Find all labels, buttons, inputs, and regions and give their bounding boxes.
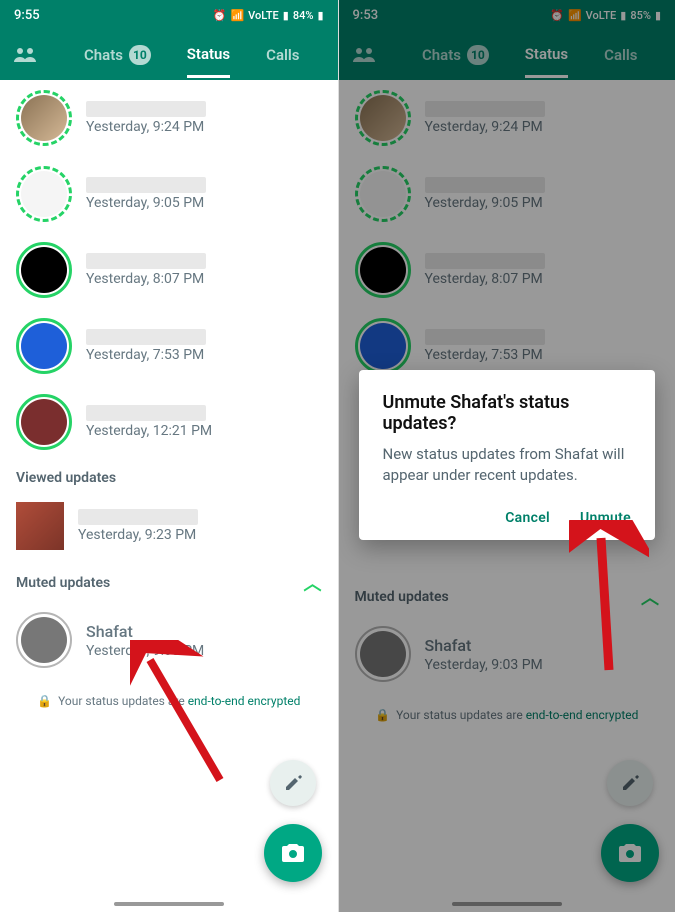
tab-calls[interactable]: Calls — [266, 33, 299, 78]
contact-name-redacted — [425, 101, 545, 117]
status-time: Yesterday, 9:24 PM — [86, 119, 322, 135]
alarm-icon: ⏰ — [550, 9, 564, 22]
avatar — [16, 502, 64, 550]
chevron-up-icon: ︿ — [641, 584, 659, 610]
muted-updates-header[interactable]: Muted updates︿ — [0, 560, 338, 602]
wifi-icon: 📶 — [568, 9, 582, 22]
status-time: Yesterday, 9:03 PM — [86, 643, 322, 659]
tab-status[interactable]: Status — [187, 45, 230, 78]
status-time: Yesterday, 9:03 PM — [425, 657, 660, 673]
chevron-up-icon: ︿ — [304, 570, 322, 596]
status-time: Yesterday, 7:53 PM — [86, 347, 322, 363]
status-time: Yesterday, 9:05 PM — [425, 195, 660, 211]
dialog-title: Unmute Shafat's status updates? — [383, 392, 632, 434]
status-item[interactable]: Yesterday, 9:05 PM — [0, 156, 338, 232]
status-item[interactable]: Yesterday, 9:05 PM — [339, 156, 675, 232]
clock-time: 9:55 — [14, 8, 40, 23]
community-icon[interactable] — [353, 43, 375, 67]
battery-icon: ▮ — [655, 9, 661, 22]
signal-icon: ▮ — [620, 9, 626, 22]
battery-text: 85% — [630, 9, 651, 22]
nav-handle[interactable] — [452, 902, 562, 906]
status-item[interactable]: Yesterday, 9:24 PM — [0, 80, 338, 156]
status-icons: ⏰ 📶 VoLTE ▮ 85% ▮ — [550, 9, 661, 22]
status-time: Yesterday, 7:53 PM — [425, 347, 660, 363]
contact-name: Shafat — [86, 622, 322, 641]
unmute-dialog: Unmute Shafat's status updates? New stat… — [359, 370, 656, 540]
chats-badge: 10 — [467, 45, 489, 65]
wifi-icon: 📶 — [230, 9, 244, 22]
topbar: Chats10 Status Calls — [339, 30, 675, 80]
encryption-link[interactable]: end-to-end encrypted — [526, 708, 639, 722]
tab-chats[interactable]: Chats10 — [422, 33, 489, 78]
community-icon[interactable] — [14, 43, 36, 67]
statusbar: 9:53 ⏰ 📶 VoLTE ▮ 85% ▮ — [339, 0, 675, 30]
unmute-button[interactable]: Unmute — [580, 510, 631, 526]
contact-name-redacted — [86, 253, 206, 269]
viewed-updates-header: Viewed updates — [0, 460, 338, 492]
muted-updates-header[interactable]: Muted updates︿ — [339, 574, 675, 616]
topbar: Chats10 Status Calls — [0, 30, 338, 80]
status-time: Yesterday, 12:21 PM — [86, 423, 322, 439]
lock-icon: 🔒 — [375, 708, 390, 722]
signal-icon: ▮ — [283, 9, 289, 22]
phone-right: 9:53 ⏰ 📶 VoLTE ▮ 85% ▮ Chats10 Status Ca… — [338, 0, 675, 912]
cancel-button[interactable]: Cancel — [505, 510, 550, 526]
camera-fab[interactable] — [601, 824, 659, 882]
encryption-notice: 🔒 Your status updates are end-to-end enc… — [0, 678, 338, 724]
dialog-text: New status updates from Shafat will appe… — [383, 444, 632, 486]
contact-name-redacted — [86, 329, 206, 345]
clock-time: 9:53 — [353, 8, 379, 23]
status-item-muted[interactable]: Shafat Yesterday, 9:03 PM — [0, 602, 338, 678]
battery-text: 84% — [293, 9, 314, 22]
edit-fab[interactable] — [607, 760, 653, 806]
chats-badge: 10 — [129, 45, 151, 65]
status-item[interactable]: Yesterday, 7:53 PM — [0, 308, 338, 384]
status-time: Yesterday, 8:07 PM — [86, 271, 322, 287]
status-time: Yesterday, 9:23 PM — [78, 527, 322, 543]
contact-name-redacted — [78, 509, 198, 525]
tab-status[interactable]: Status — [525, 45, 568, 78]
status-icons: ⏰ 📶 VoLTE ▮ 84% ▮ — [213, 9, 324, 22]
alarm-icon: ⏰ — [213, 9, 227, 22]
tab-chats[interactable]: Chats10 — [84, 33, 151, 78]
tab-calls[interactable]: Calls — [604, 33, 637, 78]
status-item[interactable]: Yesterday, 9:23 PM — [0, 492, 338, 560]
contact-name-redacted — [425, 177, 545, 193]
network-label: VoLTE — [586, 9, 617, 22]
nav-handle[interactable] — [114, 902, 224, 906]
status-time: Yesterday, 9:05 PM — [86, 195, 322, 211]
encryption-link[interactable]: end-to-end encrypted — [188, 694, 301, 708]
status-time: Yesterday, 8:07 PM — [425, 271, 660, 287]
contact-name-redacted — [425, 253, 545, 269]
statusbar: 9:55 ⏰ 📶 VoLTE ▮ 84% ▮ — [0, 0, 338, 30]
status-item[interactable]: Yesterday, 8:07 PM — [0, 232, 338, 308]
encryption-notice: 🔒 Your status updates are end-to-end enc… — [339, 692, 675, 738]
phone-left: 9:55 ⏰ 📶 VoLTE ▮ 84% ▮ Chats10 Status Ca… — [0, 0, 338, 912]
status-time: Yesterday, 9:24 PM — [425, 119, 660, 135]
status-item[interactable]: Yesterday, 9:24 PM — [339, 80, 675, 156]
contact-name-redacted — [86, 101, 206, 117]
contact-name: Shafat — [425, 636, 660, 655]
status-item[interactable]: Yesterday, 8:07 PM — [339, 232, 675, 308]
status-item-muted[interactable]: Shafat Yesterday, 9:03 PM — [339, 616, 675, 692]
lock-icon: 🔒 — [37, 694, 52, 708]
contact-name-redacted — [425, 329, 545, 345]
status-item[interactable]: Yesterday, 12:21 PM — [0, 384, 338, 460]
network-label: VoLTE — [248, 9, 279, 22]
edit-fab[interactable] — [270, 760, 316, 806]
contact-name-redacted — [86, 405, 206, 421]
camera-fab[interactable] — [264, 824, 322, 882]
contact-name-redacted — [86, 177, 206, 193]
battery-icon: ▮ — [317, 9, 323, 22]
